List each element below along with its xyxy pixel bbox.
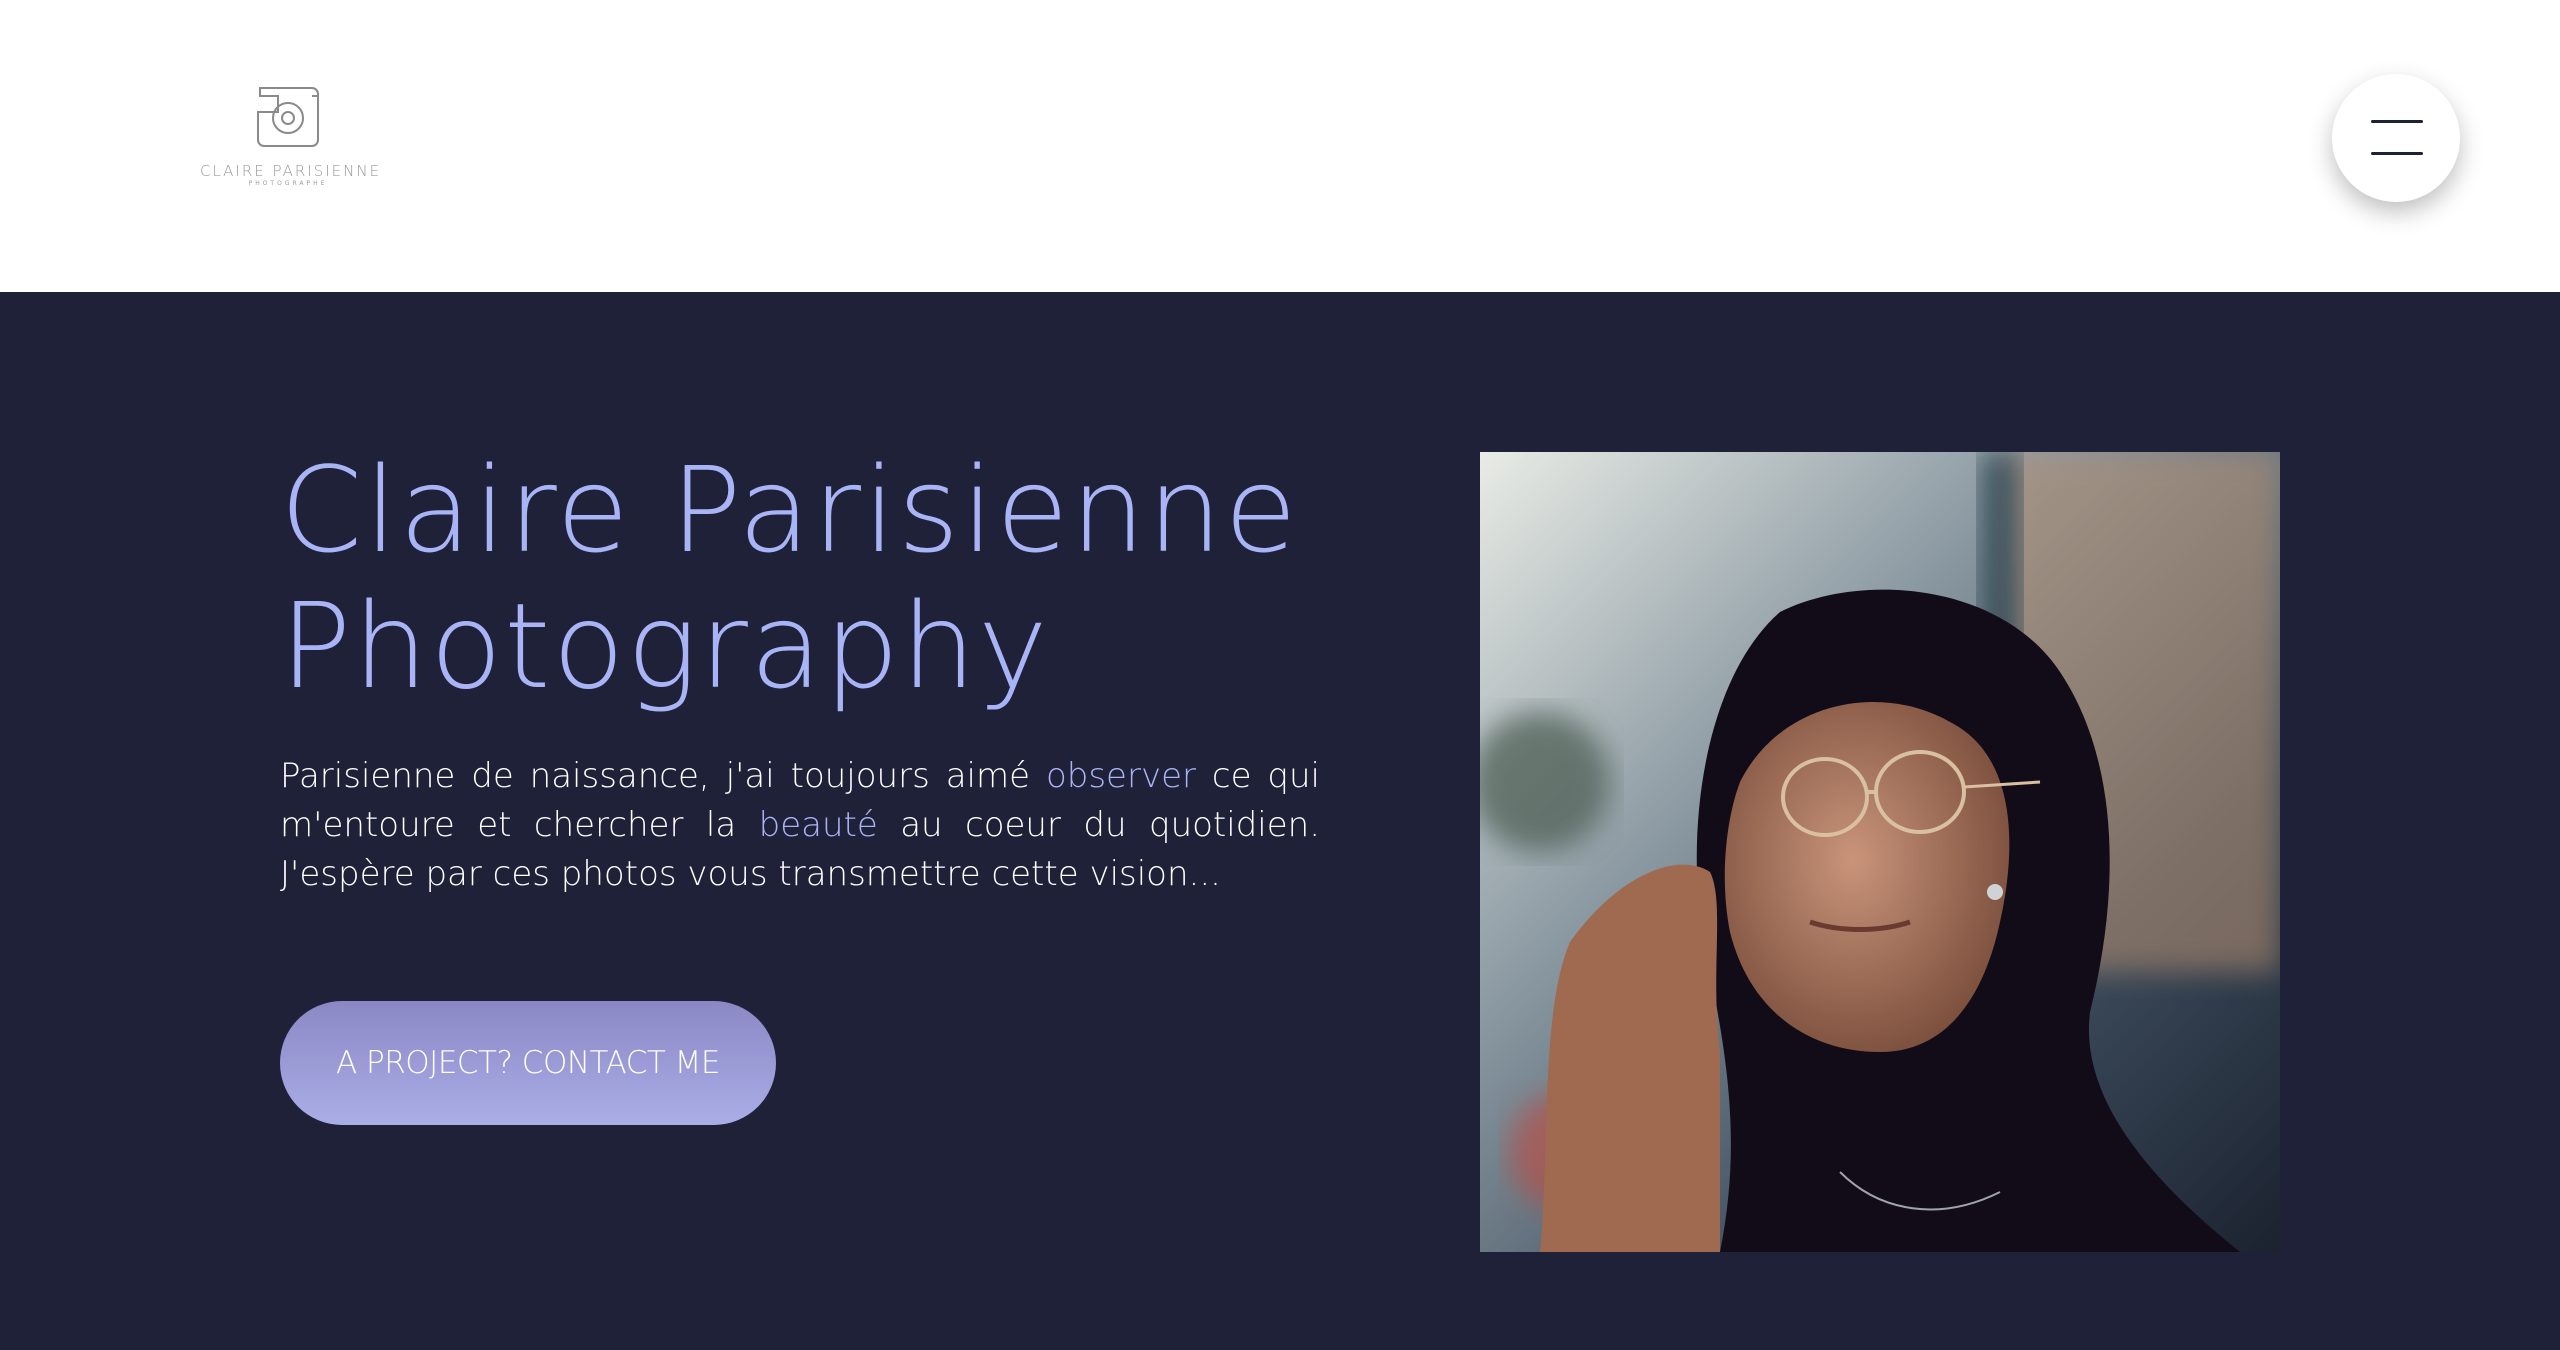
title-line-2: Photography: [280, 577, 1050, 715]
logo-name: CLAIRE PARISIENNE: [200, 162, 382, 180]
menu-button[interactable]: [2332, 74, 2460, 202]
hero-description: Parisienne de naissance, j'ai toujours a…: [280, 752, 1320, 899]
camera-icon: [257, 87, 319, 147]
hamburger-menu-icon-line: [2371, 152, 2423, 155]
portrait-image: [1480, 452, 2280, 1252]
portrait-photo: [1480, 452, 2280, 1252]
contact-button[interactable]: A PROJECT? CONTACT ME: [280, 1001, 776, 1125]
site-header: CLAIRE PARISIENNE PHOTOGRAPHE: [0, 0, 2560, 292]
title-line-1: Claire Parisienne: [280, 441, 1299, 579]
accent-word-observer: observer: [1045, 756, 1196, 796]
page-title: Claire Parisienne Photography: [280, 442, 1380, 714]
site-logo[interactable]: CLAIRE PARISIENNE PHOTOGRAPHE: [200, 72, 382, 192]
description-text-1: Parisienne de naissance, j'ai toujours a…: [280, 756, 1046, 796]
logo-subtitle: PHOTOGRAPHE: [248, 180, 328, 187]
accent-word-beaute: beauté: [758, 805, 878, 845]
hero-section: Claire Parisienne Photography Parisienne…: [0, 292, 2560, 1350]
hamburger-menu-icon: [2371, 120, 2423, 123]
